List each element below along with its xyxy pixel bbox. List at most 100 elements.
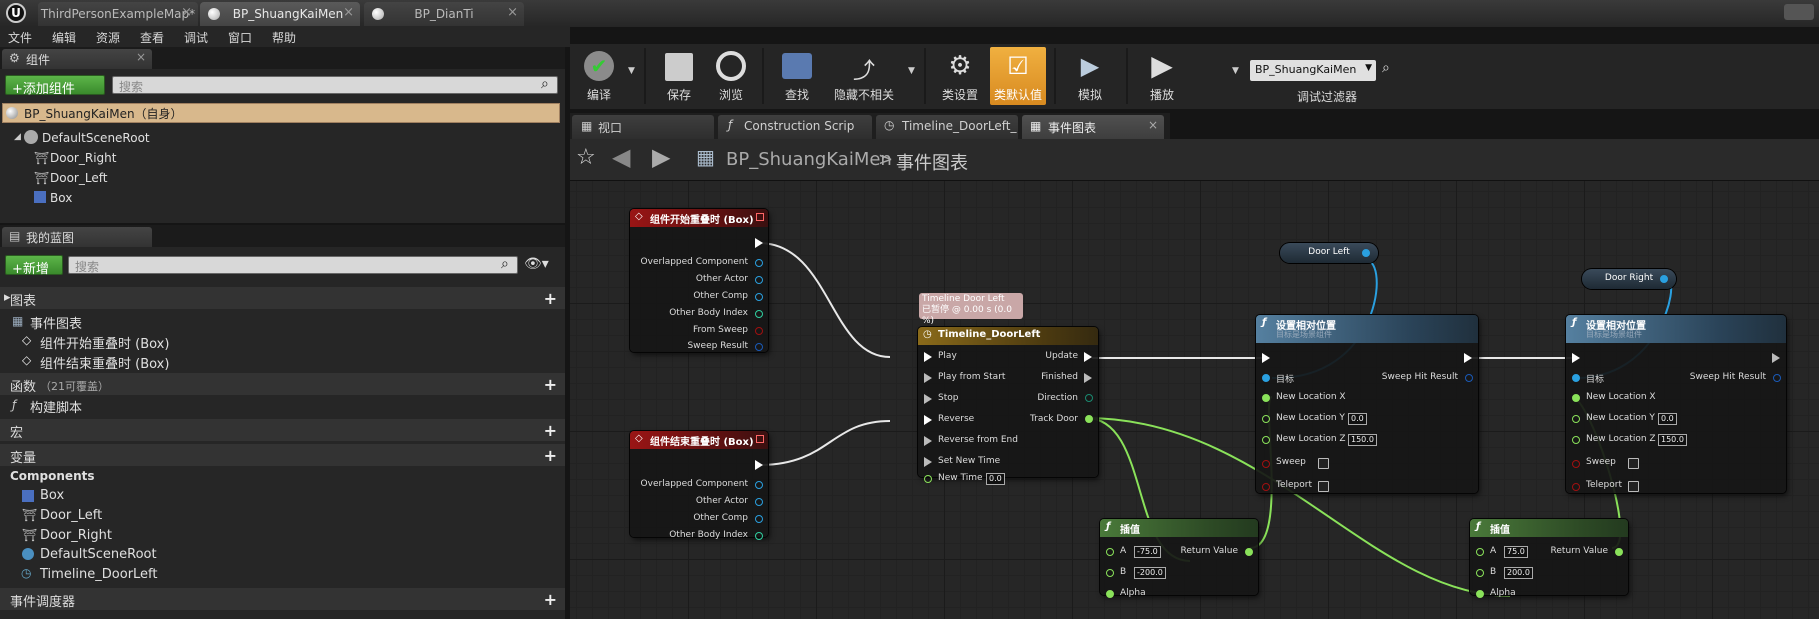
menu-window[interactable]: 窗口 [228,29,252,46]
exec-out-pin[interactable] [755,460,763,470]
float-pin[interactable] [1262,394,1270,402]
delegate-pin-icon[interactable] [756,435,764,443]
add-dispatcher-icon[interactable]: + [544,590,557,609]
compile-button[interactable]: ✔ 编译 [574,47,624,105]
exec-in-pin[interactable] [924,394,932,404]
class-settings-button[interactable]: ⚙ 类设置 [932,47,988,105]
float-pin[interactable] [924,475,932,483]
struct-pin[interactable] [1773,374,1781,382]
object-pin[interactable] [755,259,763,267]
struct-pin[interactable] [1465,374,1473,382]
window-dropdown-icon[interactable] [1784,4,1814,20]
tree-item-defaultsceneroot[interactable]: DefaultSceneRoot [42,131,150,149]
float-pin[interactable] [1245,548,1253,556]
doc-tab-shuangkaimen[interactable]: BP_ShuangKaiMen × [200,2,360,26]
add-component-button[interactable]: +添加组件 [5,75,105,97]
lerp-node-left[interactable]: ƒ 插值 A -75.0 Return Value B -200.0 Alpha [1100,519,1258,598]
bool-pin[interactable] [1262,460,1270,468]
object-pin[interactable] [1362,249,1370,257]
close-icon[interactable]: × [181,5,192,20]
var-defaultsceneroot[interactable]: DefaultSceneRoot [40,547,157,565]
int-pin[interactable] [755,532,763,540]
add-variable-icon[interactable]: + [544,446,557,465]
bool-pin[interactable] [1262,483,1270,491]
location-y-field[interactable]: 0.0 [1658,413,1677,425]
components-search-input[interactable]: 搜索 [112,76,558,94]
exec-in-pin[interactable] [924,352,932,362]
lerp-a-field[interactable]: -75.0 [1134,546,1161,558]
lerp-a-field[interactable]: 75.0 [1504,546,1528,558]
enum-pin[interactable] [1085,394,1093,402]
close-icon[interactable]: × [507,5,518,20]
search-icon[interactable]: ⌕ [541,76,549,92]
object-pin[interactable] [755,293,763,301]
object-pin[interactable] [1572,374,1580,382]
object-pin[interactable] [1660,275,1668,283]
find-button[interactable]: 查找 [772,47,822,105]
add-macro-icon[interactable]: + [544,421,557,440]
float-pin[interactable] [1106,590,1114,598]
sweep-checkbox[interactable] [1318,458,1329,469]
set-relative-location-node-right[interactable]: ƒ 设置相对位置 目标是场景组件 目标 Sweep Hit Result New L… [1566,315,1786,493]
browse-button[interactable]: 浏览 [706,47,756,105]
exec-in-pin[interactable] [1262,353,1270,363]
save-button[interactable]: 保存 [654,47,704,105]
float-pin[interactable] [1572,415,1580,423]
close-icon[interactable]: × [1148,118,1158,132]
object-pin[interactable] [1262,374,1270,382]
close-icon[interactable]: × [136,50,146,64]
bool-pin[interactable] [1572,460,1580,468]
object-pin[interactable] [755,481,763,489]
play-button[interactable]: ▶ 播放 [1134,47,1190,105]
add-graph-icon[interactable]: + [544,289,557,308]
tab-viewport[interactable]: ▦ 视口 [572,115,714,139]
door-left-variable-node[interactable]: Door Left [1280,243,1378,263]
tab-timeline[interactable]: ◷ Timeline_DoorLeft_ [876,115,1018,139]
sweep-checkbox[interactable] [1628,458,1639,469]
var-door-left[interactable]: Door_Left [40,508,102,526]
graphs-section[interactable]: ▸ 图表 + [0,287,565,309]
exec-in-pin[interactable] [924,373,932,383]
door-right-variable-node[interactable]: Door Right [1582,269,1676,289]
my-blueprint-tab[interactable]: ▤ 我的蓝图 [2,227,152,247]
event-graph-canvas[interactable]: ◇ 组件开始重叠时 (Box) Overlapped Component Othe… [570,181,1819,619]
float-pin[interactable] [1572,436,1580,444]
struct-pin[interactable] [755,343,763,351]
teleport-checkbox[interactable] [1318,481,1329,492]
menu-debug[interactable]: 调试 [184,29,208,46]
menu-asset[interactable]: 资源 [96,29,120,46]
components-tab[interactable]: ⚙ 组件 × [2,49,152,69]
star-icon[interactable]: ☆ [576,145,596,170]
menu-view[interactable]: 查看 [140,29,164,46]
var-box[interactable]: Box [40,488,64,506]
tab-event-graph[interactable]: ▦ 事件图表 × [1022,115,1164,139]
float-pin[interactable] [1476,569,1484,577]
exec-out-pin[interactable] [755,238,763,248]
event-dispatchers-section[interactable]: 事件调度器 + [0,588,565,610]
hide-unrelated-button[interactable]: ⤴ 隐藏不相关 [824,47,904,105]
event-begin-overlap-item[interactable]: 组件开始重叠时 (Box) [40,333,169,352]
event-node-begin-overlap[interactable]: ◇ 组件开始重叠时 (Box) Overlapped Component Othe… [630,209,768,352]
exec-in-pin[interactable] [924,457,932,467]
breadcrumb-blueprint[interactable]: BP_ShuangKaiMen [726,149,892,170]
lerp-b-field[interactable]: -200.0 [1134,567,1166,579]
back-arrow-icon[interactable]: ◀ [612,143,630,171]
float-pin[interactable] [1476,590,1484,598]
float-pin[interactable] [1262,436,1270,444]
exec-out-pin[interactable] [1084,373,1092,383]
event-end-overlap-item[interactable]: 组件结束重叠时 (Box) [40,353,169,372]
close-icon[interactable]: × [343,5,354,20]
magnifier-icon[interactable]: ⌕ [1382,60,1390,76]
eye-icon[interactable]: 👁▾ [524,256,549,272]
exec-out-pin[interactable] [1084,352,1092,362]
search-icon[interactable]: ⌕ [501,256,509,272]
menu-help[interactable]: 帮助 [272,29,296,46]
int-pin[interactable] [755,310,763,318]
object-pin[interactable] [755,498,763,506]
exec-out-pin[interactable] [1772,353,1780,363]
add-function-icon[interactable]: + [544,375,557,394]
delegate-pin-icon[interactable] [756,213,764,221]
blueprint-search-input[interactable]: 搜索 [68,256,518,274]
float-pin[interactable] [1572,394,1580,402]
forward-arrow-icon[interactable]: ▶ [652,143,670,171]
